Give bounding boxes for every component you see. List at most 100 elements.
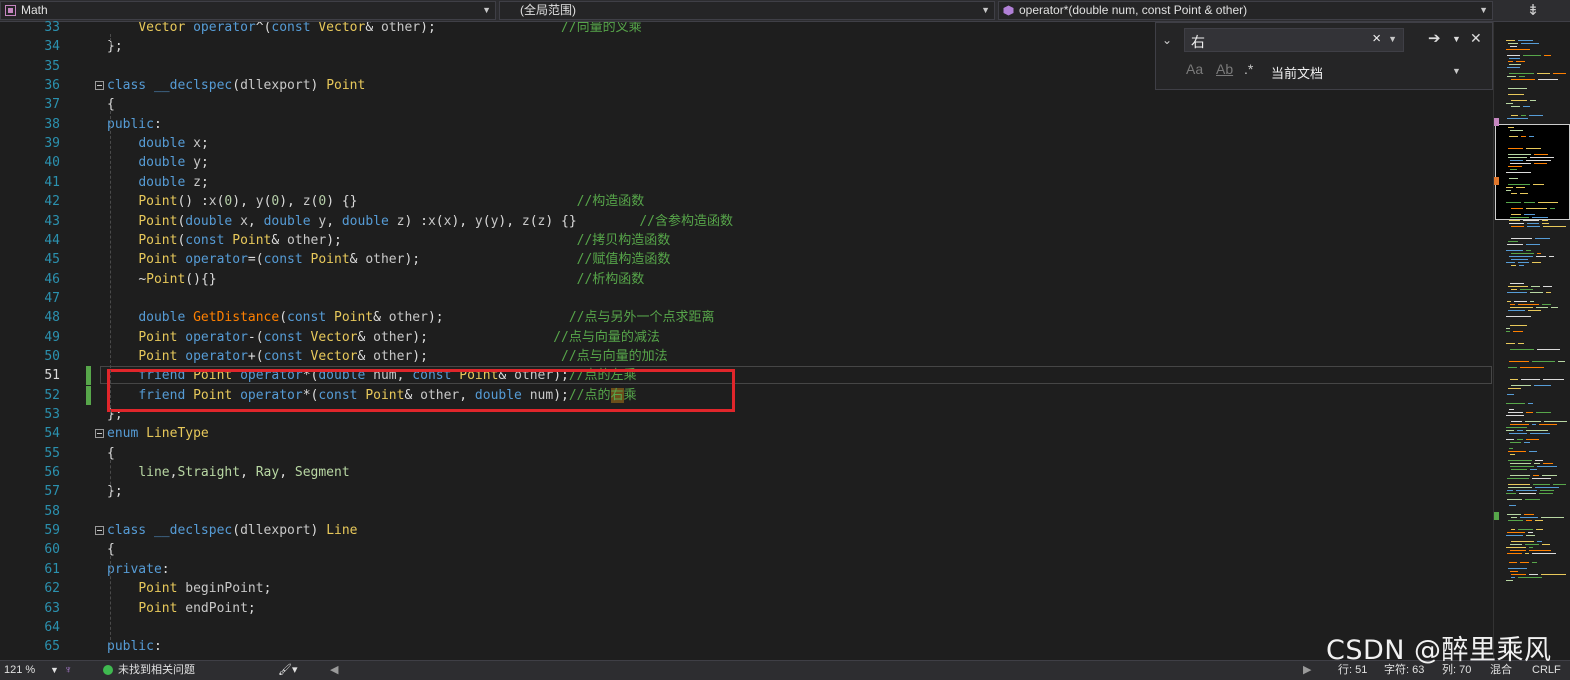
minimap-line bbox=[1536, 529, 1543, 530]
member-dropdown[interactable]: operator*(double num, const Point & othe… bbox=[998, 1, 1493, 20]
project-name: Math bbox=[21, 3, 48, 17]
code-line[interactable]: double y; bbox=[107, 153, 208, 172]
regex-icon[interactable]: .* bbox=[1244, 61, 1253, 77]
check-icon bbox=[103, 665, 113, 675]
code-cleanup-icon[interactable]: 🖌▾ bbox=[278, 661, 298, 679]
minimap-line bbox=[1546, 292, 1551, 293]
minimap-line bbox=[1521, 136, 1526, 137]
minimap-line bbox=[1517, 439, 1523, 440]
code-line[interactable]: class __declspec(dllexport) Line bbox=[107, 521, 358, 540]
code-line[interactable]: double GetDistance(const Point& other); … bbox=[107, 308, 714, 327]
chevron-down-icon[interactable]: ▼ bbox=[1452, 66, 1461, 76]
close-icon[interactable]: ✕ bbox=[1470, 30, 1482, 47]
toggle-replace-icon[interactable]: ⌄ bbox=[1162, 33, 1172, 47]
minimap-line bbox=[1508, 241, 1518, 242]
code-line[interactable]: ~Point(){} //析构函数 bbox=[107, 270, 644, 289]
find-next-icon[interactable]: ➔ bbox=[1428, 29, 1441, 47]
minimap-line bbox=[1507, 514, 1521, 515]
minimap-line bbox=[1537, 349, 1560, 350]
minimap-line bbox=[1530, 292, 1543, 293]
minimap-line bbox=[1532, 262, 1541, 263]
code-line[interactable]: enum LineType bbox=[107, 424, 209, 443]
code-line[interactable]: Point(const Point& other); //拷贝构造函数 bbox=[107, 231, 670, 250]
method-icon bbox=[1003, 5, 1014, 16]
code-editor[interactable]: Vector operator^(const Vector& other); /… bbox=[107, 22, 1492, 658]
minimap-line bbox=[1510, 475, 1530, 476]
minimap-line bbox=[1537, 253, 1541, 254]
minimap-line bbox=[1525, 499, 1540, 500]
clear-icon[interactable]: × bbox=[1372, 30, 1381, 47]
code-line[interactable]: line,Straight, Ray, Segment bbox=[107, 463, 349, 482]
code-line[interactable]: Point operator=(const Point& other); //赋… bbox=[107, 250, 670, 269]
minimap-line bbox=[1506, 328, 1510, 329]
minimap-line bbox=[1508, 88, 1527, 89]
indent-guide bbox=[110, 111, 111, 413]
intellicode-icon[interactable]: ♆ bbox=[64, 661, 72, 679]
minimap-line bbox=[1538, 79, 1558, 80]
minimap-line bbox=[1553, 73, 1566, 74]
collapse-icon[interactable] bbox=[95, 526, 104, 536]
minimap-line bbox=[1511, 115, 1518, 116]
code-line[interactable]: Point operator+(const Vector& other); //… bbox=[107, 347, 667, 366]
minimap-line bbox=[1526, 160, 1551, 161]
minimap-line bbox=[1508, 127, 1514, 128]
match-whole-word-icon[interactable]: Ab bbox=[1216, 61, 1233, 77]
minimap-line bbox=[1511, 214, 1521, 215]
minimap-line bbox=[1520, 193, 1528, 194]
code-line[interactable]: public: bbox=[107, 115, 162, 134]
minimap-scrollbar[interactable] bbox=[1493, 22, 1570, 658]
minimap-line bbox=[1509, 73, 1534, 74]
minimap-line bbox=[1535, 238, 1550, 239]
minimap-line bbox=[1510, 160, 1523, 161]
collapse-icon[interactable] bbox=[95, 81, 104, 91]
code-line[interactable]: class __declspec(dllexport) Point bbox=[107, 76, 365, 95]
search-scope[interactable]: 当前文档 bbox=[1271, 63, 1323, 82]
minimap-line bbox=[1510, 379, 1518, 380]
change-margin bbox=[84, 22, 94, 658]
minimap-line bbox=[1506, 187, 1513, 188]
minimap-line bbox=[1510, 217, 1529, 218]
minimap-line bbox=[1530, 433, 1550, 434]
code-line[interactable]: double x; bbox=[107, 134, 208, 153]
code-line[interactable]: Point endPoint; bbox=[107, 599, 255, 618]
line-number: 37 bbox=[44, 97, 60, 113]
minimap-line bbox=[1507, 67, 1520, 68]
code-line[interactable]: public: bbox=[107, 637, 162, 656]
minimap-line bbox=[1508, 154, 1531, 155]
code-line[interactable]: Point operator-(const Vector& other); //… bbox=[107, 328, 660, 347]
issues-status[interactable]: 未找到相关问题 bbox=[118, 661, 195, 679]
collapse-icon[interactable] bbox=[95, 429, 104, 439]
zoom-level[interactable]: 121 % bbox=[4, 661, 35, 679]
split-pane-icon[interactable]: ⇟ bbox=[1496, 0, 1570, 21]
code-line[interactable]: private: bbox=[107, 560, 170, 579]
minimap-line bbox=[1508, 148, 1523, 149]
minimap-line bbox=[1509, 58, 1520, 59]
code-line[interactable]: double z; bbox=[107, 173, 208, 192]
minimap-line bbox=[1507, 292, 1527, 293]
minimap-line bbox=[1523, 55, 1541, 56]
minimap-line bbox=[1509, 562, 1517, 563]
chevron-down-icon[interactable]: ▼ bbox=[50, 661, 59, 679]
code-line[interactable]: Point beginPoint; bbox=[107, 579, 271, 598]
minimap-line bbox=[1510, 46, 1517, 47]
code-line[interactable]: Point() :x(0), y(0), z(0) {} //构造函数 bbox=[107, 192, 644, 211]
minimap-line bbox=[1509, 220, 1520, 221]
project-dropdown[interactable]: Math ▼ bbox=[0, 1, 496, 20]
scroll-right-icon[interactable]: ▶ bbox=[1303, 661, 1311, 679]
minimap-line bbox=[1519, 265, 1524, 266]
scope-dropdown[interactable]: (全局范围) ▼ bbox=[499, 1, 995, 20]
history-dropdown-icon[interactable]: ▼ bbox=[1388, 34, 1397, 44]
minimap-line bbox=[1525, 553, 1529, 554]
scroll-left-icon[interactable]: ◀ bbox=[330, 661, 338, 679]
minimap-line bbox=[1532, 217, 1548, 218]
minimap-line bbox=[1533, 475, 1539, 476]
chevron-down-icon[interactable]: ▼ bbox=[1452, 34, 1461, 44]
code-line[interactable]: Point(double x, double y, double z) :x(x… bbox=[107, 212, 733, 231]
minimap-line bbox=[1506, 316, 1531, 317]
minimap-line bbox=[1508, 286, 1528, 287]
match-case-icon[interactable]: Aa bbox=[1186, 61, 1203, 77]
code-line[interactable]: Vector operator^(const Vector& other); /… bbox=[107, 22, 641, 37]
minimap-line bbox=[1508, 460, 1532, 461]
minimap-line bbox=[1511, 289, 1517, 290]
find-input[interactable]: 右 × ▼ bbox=[1184, 28, 1404, 52]
